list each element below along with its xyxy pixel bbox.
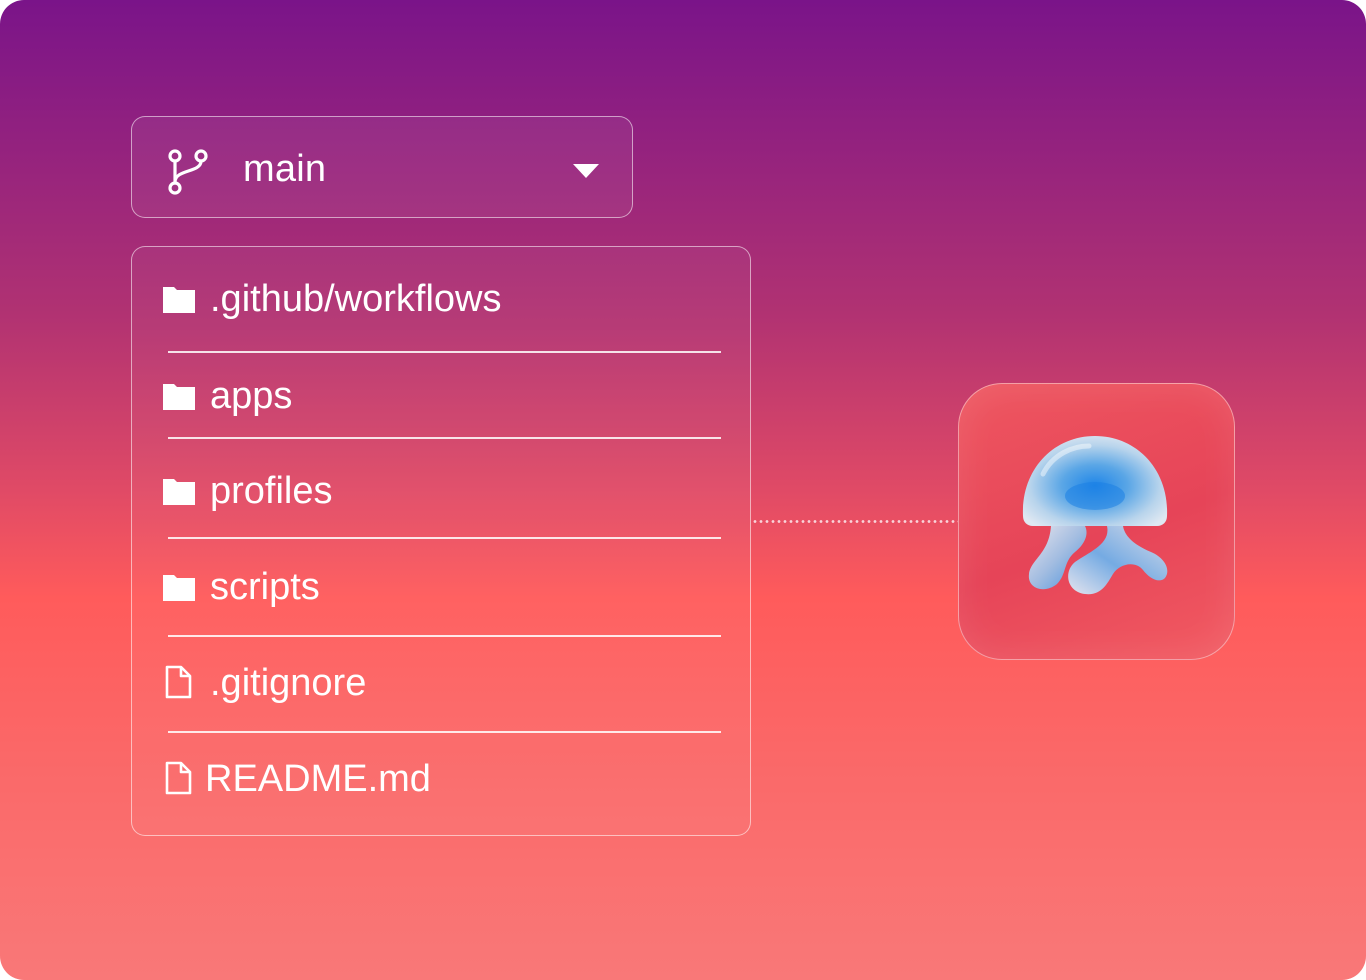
- app-tile[interactable]: [958, 383, 1235, 660]
- divider: [168, 731, 721, 733]
- folder-icon: [163, 287, 195, 313]
- divider: [168, 635, 721, 637]
- file-list: .github/workflows apps profiles scripts: [131, 246, 751, 836]
- list-item-github-workflows[interactable]: .github/workflows: [132, 269, 750, 329]
- canvas: main .github/workflows apps profiles scr…: [0, 0, 1366, 980]
- git-branch-icon: [168, 149, 208, 195]
- list-item-gitignore[interactable]: .gitignore: [132, 653, 750, 713]
- list-item-readme[interactable]: README.md: [132, 749, 750, 809]
- connector-line: [752, 520, 958, 523]
- list-item-label: profiles: [210, 470, 333, 512]
- file-icon: [165, 665, 192, 699]
- folder-icon: [163, 479, 195, 505]
- folder-icon: [163, 575, 195, 601]
- divider: [168, 437, 721, 439]
- list-item-label: .gitignore: [210, 662, 367, 704]
- list-item-profiles[interactable]: profiles: [132, 461, 750, 521]
- folder-icon: [163, 384, 195, 410]
- list-item-label: scripts: [210, 566, 320, 608]
- list-item-label: README.md: [205, 758, 431, 800]
- file-icon: [165, 761, 192, 795]
- list-item-apps[interactable]: apps: [132, 366, 750, 426]
- divider: [168, 351, 721, 353]
- jellyfish-logo-icon: [1022, 436, 1168, 595]
- list-item-scripts[interactable]: scripts: [132, 557, 750, 617]
- branch-selector[interactable]: main: [131, 116, 633, 218]
- list-item-label: apps: [210, 375, 293, 417]
- list-item-label: .github/workflows: [210, 278, 502, 320]
- divider: [168, 537, 721, 539]
- chevron-down-icon[interactable]: [573, 164, 599, 178]
- branch-name: main: [243, 148, 327, 190]
